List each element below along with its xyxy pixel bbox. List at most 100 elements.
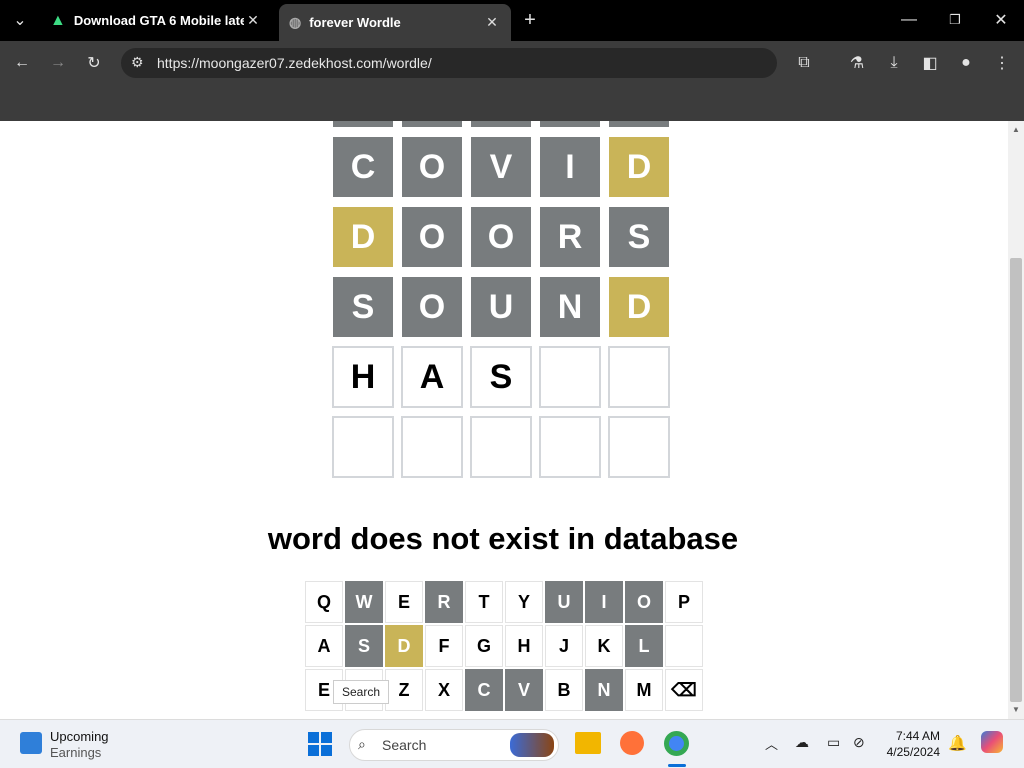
- tile: S: [333, 277, 393, 337]
- key-r[interactable]: R: [425, 581, 463, 623]
- tile: D: [609, 277, 669, 337]
- start-icon[interactable]: [308, 732, 332, 756]
- tile: [332, 416, 394, 478]
- new-tab-button[interactable]: +: [516, 6, 544, 34]
- tab-search-icon[interactable]: ⌄: [6, 6, 34, 34]
- key-m[interactable]: M: [625, 669, 663, 711]
- tile-previous: [402, 121, 462, 127]
- restore-icon[interactable]: ❐: [941, 6, 969, 34]
- tile: D: [333, 207, 393, 267]
- chevron-up-icon[interactable]: ︿: [765, 734, 778, 753]
- scroll-up-icon[interactable]: ▲: [1012, 125, 1020, 134]
- tile: O: [402, 137, 462, 197]
- search-highlight-icon: [510, 733, 554, 757]
- profile-icon[interactable]: ●: [952, 49, 980, 77]
- key-c[interactable]: C: [465, 669, 503, 711]
- clock-time[interactable]: 7:44 AM: [880, 729, 940, 743]
- network-icon[interactable]: ⊘: [853, 734, 865, 751]
- key-w[interactable]: W: [345, 581, 383, 623]
- tile-previous: [471, 121, 531, 127]
- tile: R: [540, 207, 600, 267]
- scrollbar-thumb[interactable]: [1010, 258, 1022, 702]
- search-tooltip: Search: [333, 680, 389, 704]
- tile: O: [402, 277, 462, 337]
- tile: H: [332, 346, 394, 408]
- widget-subtitle: Earnings: [50, 745, 102, 760]
- globe-favicon-icon: ◍: [289, 14, 302, 30]
- search-icon: ⌕: [358, 736, 366, 752]
- key-o[interactable]: O: [625, 581, 663, 623]
- window-close-icon[interactable]: ✕: [987, 6, 1015, 34]
- copilot-icon[interactable]: [981, 731, 1003, 753]
- key-blank[interactable]: [665, 625, 703, 667]
- file-explorer-icon[interactable]: [575, 732, 601, 754]
- key-s[interactable]: S: [345, 625, 383, 667]
- tile: [608, 346, 670, 408]
- key-u[interactable]: U: [545, 581, 583, 623]
- key-p[interactable]: P: [665, 581, 703, 623]
- address-bar[interactable]: ⚙ https://moongazer07.zedekhost.com/word…: [121, 48, 777, 78]
- tile: [539, 416, 601, 478]
- stocks-widget-icon[interactable]: [20, 732, 42, 754]
- key-z[interactable]: Z: [385, 669, 423, 711]
- forward-icon[interactable]: →: [44, 49, 72, 77]
- chrome-icon[interactable]: [664, 731, 689, 756]
- key-q[interactable]: Q: [305, 581, 343, 623]
- bookmark-bar: [0, 85, 1024, 121]
- tile-previous: [333, 121, 393, 127]
- tile: U: [471, 277, 531, 337]
- key-k[interactable]: K: [585, 625, 623, 667]
- tile: [401, 416, 463, 478]
- key-e[interactable]: E: [385, 581, 423, 623]
- taskbar-search-input[interactable]: ⌕ Search: [349, 729, 559, 761]
- key-a[interactable]: A: [305, 625, 343, 667]
- tile: A: [401, 346, 463, 408]
- key-t[interactable]: T: [465, 581, 503, 623]
- extensions-icon[interactable]: ⧉: [790, 49, 818, 77]
- reload-icon[interactable]: ↻: [80, 49, 108, 77]
- key-n[interactable]: N: [585, 669, 623, 711]
- backspace-key[interactable]: ⌫: [665, 669, 703, 711]
- key-f[interactable]: F: [425, 625, 463, 667]
- widget-title[interactable]: Upcoming: [50, 729, 109, 744]
- key-l[interactable]: L: [625, 625, 663, 667]
- key-b[interactable]: B: [545, 669, 583, 711]
- menu-icon[interactable]: ⋮: [988, 49, 1016, 77]
- clock-date[interactable]: 4/25/2024: [870, 745, 940, 759]
- key-j[interactable]: J: [545, 625, 583, 667]
- tile: O: [471, 207, 531, 267]
- tab-title: Download GTA 6 Mobile latest: [73, 13, 244, 28]
- side-panel-icon[interactable]: ◧: [916, 49, 944, 77]
- key-v[interactable]: V: [505, 669, 543, 711]
- back-icon[interactable]: ←: [8, 49, 36, 77]
- key-g[interactable]: G: [465, 625, 503, 667]
- key-d[interactable]: D: [385, 625, 423, 667]
- key-i[interactable]: I: [585, 581, 623, 623]
- tab-strip: ⌄ ▲ Download GTA 6 Mobile latest ✕ ◍ for…: [0, 0, 1024, 41]
- tab-wordle[interactable]: ◍ forever Wordle ✕: [279, 4, 511, 41]
- notification-bell-icon[interactable]: 🔔: [948, 734, 967, 752]
- tab-gta[interactable]: ▲ Download GTA 6 Mobile latest ✕: [40, 4, 272, 37]
- download-icon[interactable]: ⤓: [880, 49, 908, 77]
- firefox-icon[interactable]: [620, 731, 644, 755]
- cloud-offline-icon[interactable]: ☁: [795, 734, 809, 751]
- site-info-icon[interactable]: ⚙: [131, 54, 144, 71]
- tile: [608, 416, 670, 478]
- labs-icon[interactable]: ⚗: [843, 49, 871, 77]
- key-y[interactable]: Y: [505, 581, 543, 623]
- close-icon[interactable]: ✕: [483, 14, 501, 31]
- tile: V: [471, 137, 531, 197]
- search-placeholder: Search: [382, 737, 427, 753]
- display-icon[interactable]: ▭: [827, 734, 840, 751]
- close-icon[interactable]: ✕: [244, 12, 262, 29]
- tile: [470, 416, 532, 478]
- tile: [539, 346, 601, 408]
- active-app-indicator: [668, 764, 686, 767]
- minimize-icon[interactable]: —: [895, 6, 923, 34]
- key-x[interactable]: X: [425, 669, 463, 711]
- error-message: word does not exist in database: [267, 521, 739, 556]
- key-h[interactable]: H: [505, 625, 543, 667]
- tile: S: [470, 346, 532, 408]
- scroll-down-icon[interactable]: ▼: [1012, 705, 1020, 714]
- tile: O: [402, 207, 462, 267]
